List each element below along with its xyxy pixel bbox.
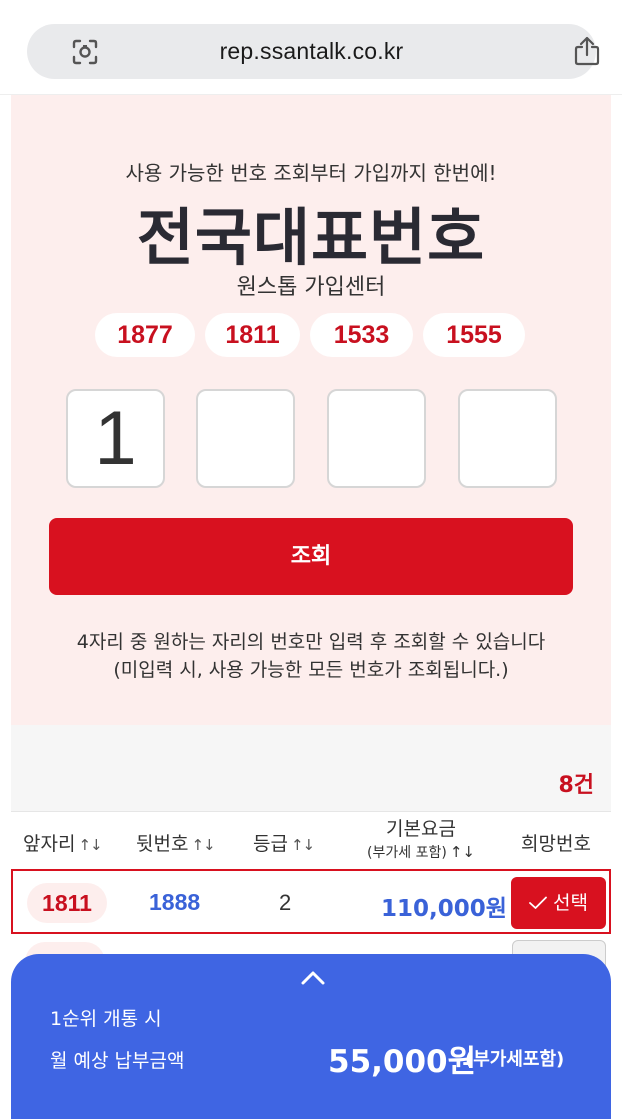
prefix-option-1533[interactable]: 1533: [310, 313, 413, 357]
sort-icon: ↑↓: [191, 836, 215, 854]
search-hint-note: (미입력 시, 사용 가능한 모든 번호가 조회됩니다.): [113, 659, 509, 681]
prefix-options: 1877 1811 1533 1555: [95, 313, 535, 357]
url-field[interactable]: rep.ssantalk.co.kr: [27, 24, 600, 79]
share-icon[interactable]: [572, 35, 602, 67]
prefix-option-1877[interactable]: 1877: [95, 313, 195, 357]
results-header-bar: [11, 725, 611, 811]
column-fee-label: 기본요금: [386, 818, 456, 840]
column-wish-label: 희망번호: [521, 833, 591, 855]
page-title: 전국대표번호: [136, 201, 486, 274]
digit-input-2[interactable]: [196, 389, 295, 488]
search-hint: 4자리 중 원하는 자리의 번호만 입력 후 조회할 수 있습니다: [76, 631, 546, 653]
monthly-amount: 55,000원: [328, 1044, 477, 1080]
table-header: 앞자리 ↑↓ 뒷번호 ↑↓ 등급 ↑↓ 기본요금 (부가세 포함) ↑↓ 희망번호: [11, 811, 611, 867]
sort-icon: ↑↓: [78, 836, 102, 854]
digit-input-4[interactable]: [458, 389, 557, 488]
column-prefix[interactable]: 앞자리 ↑↓: [23, 829, 103, 856]
column-grade-label: 등급: [253, 833, 288, 855]
hero-subtitle: 사용 가능한 번호 조회부터 가입까지 한번에!: [125, 161, 497, 185]
summary-label: 월 예상 납부금액: [50, 1050, 185, 1072]
vat-note: (부가세포함): [465, 1049, 565, 1070]
browser-address-bar: rep.ssantalk.co.kr: [0, 0, 622, 95]
url-text: rep.ssantalk.co.kr: [219, 38, 404, 64]
column-grade[interactable]: 등급 ↑↓: [253, 829, 315, 856]
sort-icon: ↑↓: [290, 836, 315, 854]
search-button[interactable]: 조회: [49, 518, 573, 595]
column-prefix-label: 앞자리: [23, 833, 76, 855]
prefix-option-1811[interactable]: 1811: [205, 313, 300, 357]
sort-icon: ↑↓: [449, 843, 475, 861]
check-icon: [529, 896, 547, 909]
summary-condition: 1순위 개통 시: [50, 1008, 162, 1030]
select-button-label: 선택: [553, 892, 588, 914]
row-grade: 2: [279, 890, 292, 915]
digit-input-3[interactable]: [327, 389, 426, 488]
digit-input-1[interactable]: 1: [66, 389, 165, 488]
payment-summary-sheet[interactable]: 1순위 개통 시 월 예상 납부금액 55,000원 (부가세포함): [11, 954, 611, 1119]
row-fee: 110,000원: [381, 896, 507, 922]
result-count: 8건: [558, 773, 594, 798]
column-suffix[interactable]: 뒷번호 ↑↓: [136, 829, 216, 856]
row-suffix: 1888: [149, 889, 201, 915]
prefix-option-1555[interactable]: 1555: [423, 313, 525, 357]
column-wish: 희망번호: [521, 829, 591, 856]
column-fee-note: (부가세 포함): [367, 845, 447, 861]
chevron-up-icon[interactable]: [300, 970, 326, 986]
select-button[interactable]: 선택: [511, 877, 606, 929]
column-fee[interactable]: 기본요금 (부가세 포함) ↑↓: [356, 818, 486, 864]
center-name: 원스톱 가입센터: [236, 275, 386, 300]
row-prefix: 1811: [27, 883, 107, 923]
column-suffix-label: 뒷번호: [136, 833, 189, 855]
table-row[interactable]: 1811 1888 2 110,000원 선택: [11, 869, 611, 934]
number-search-section: 사용 가능한 번호 조회부터 가입까지 한번에! 전국대표번호 원스톱 가입센터…: [11, 95, 611, 725]
